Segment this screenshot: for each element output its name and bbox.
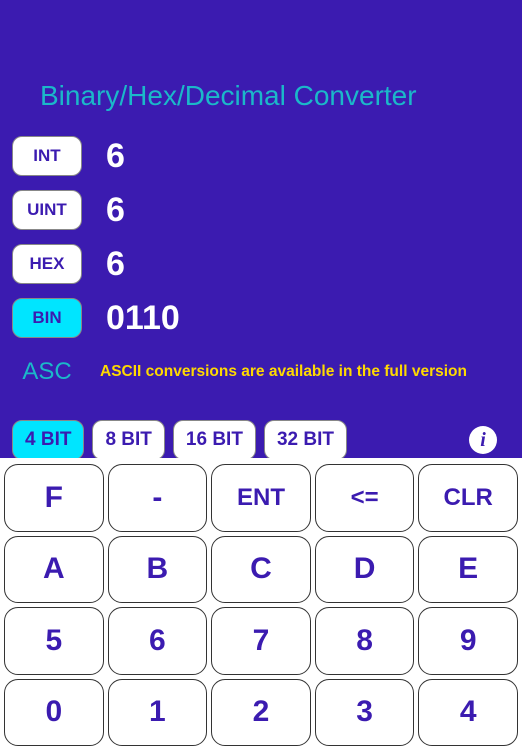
- key-e[interactable]: E: [418, 536, 518, 604]
- key-5[interactable]: 5: [4, 607, 104, 675]
- key-7[interactable]: 7: [211, 607, 311, 675]
- value-bin: 0110: [82, 299, 180, 338]
- keypad: F - ENT <= CLR A B C D E 5 6 7 8 9 0 1 2…: [0, 458, 522, 750]
- mode-bin-button[interactable]: BIN: [12, 298, 82, 338]
- value-int: 6: [82, 137, 125, 176]
- key-8[interactable]: 8: [315, 607, 415, 675]
- values-panel: INT 6 UINT 6 HEX 6 BIN 0110 ASC ASCII co…: [0, 112, 522, 396]
- key-d[interactable]: D: [315, 536, 415, 604]
- key-4[interactable]: 4: [418, 679, 518, 747]
- mode-int-button[interactable]: INT: [12, 136, 82, 176]
- value-uint: 6: [82, 191, 125, 230]
- bit-16-button[interactable]: 16 BIT: [173, 420, 256, 460]
- asc-note: ASCII conversions are available in the f…: [82, 363, 467, 381]
- row-int: INT 6: [12, 132, 522, 180]
- key-0[interactable]: 0: [4, 679, 104, 747]
- mode-asc-label: ASC: [12, 358, 82, 386]
- bit-4-button[interactable]: 4 BIT: [12, 420, 84, 460]
- row-uint: UINT 6: [12, 186, 522, 234]
- key-c[interactable]: C: [211, 536, 311, 604]
- bit-8-button[interactable]: 8 BIT: [92, 420, 164, 460]
- bit-width-row: 4 BIT 8 BIT 16 BIT 32 BIT i: [0, 402, 522, 460]
- key-2[interactable]: 2: [211, 679, 311, 747]
- key-minus[interactable]: -: [108, 464, 208, 532]
- key-b[interactable]: B: [108, 536, 208, 604]
- bit-32-button[interactable]: 32 BIT: [264, 420, 347, 460]
- key-1[interactable]: 1: [108, 679, 208, 747]
- mode-hex-button[interactable]: HEX: [12, 244, 82, 284]
- row-asc: ASC ASCII conversions are available in t…: [12, 348, 522, 396]
- key-enter[interactable]: ENT: [211, 464, 311, 532]
- key-3[interactable]: 3: [315, 679, 415, 747]
- info-icon[interactable]: i: [469, 426, 497, 454]
- row-bin: BIN 0110: [12, 294, 522, 342]
- key-9[interactable]: 9: [418, 607, 518, 675]
- key-clear[interactable]: CLR: [418, 464, 518, 532]
- mode-uint-button[interactable]: UINT: [12, 190, 82, 230]
- key-6[interactable]: 6: [108, 607, 208, 675]
- key-f[interactable]: F: [4, 464, 104, 532]
- page-title: Binary/Hex/Decimal Converter: [0, 0, 522, 112]
- row-hex: HEX 6: [12, 240, 522, 288]
- value-hex: 6: [82, 245, 125, 284]
- key-a[interactable]: A: [4, 536, 104, 604]
- key-backspace[interactable]: <=: [315, 464, 415, 532]
